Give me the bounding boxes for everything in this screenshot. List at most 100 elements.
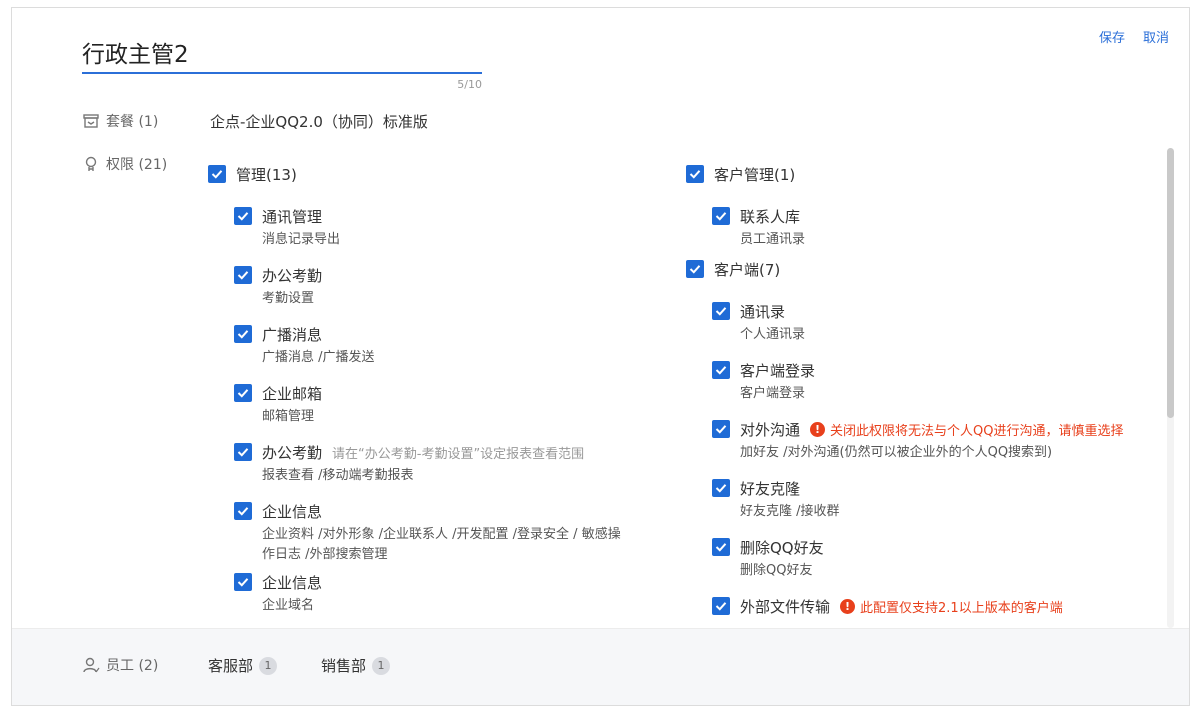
role-name-input[interactable] <box>82 36 482 74</box>
checkbox[interactable] <box>712 361 730 379</box>
scrollbar-thumb[interactable] <box>1167 148 1174 418</box>
permission-name: 删除QQ好友 <box>740 538 824 557</box>
department-tag[interactable]: 销售部 1 <box>321 655 391 676</box>
check-icon <box>715 543 727 552</box>
group-client: 客户端(7) <box>686 258 1156 280</box>
checkbox[interactable] <box>712 207 730 225</box>
bulb-icon <box>85 156 97 171</box>
department-count-badge: 1 <box>259 656 278 675</box>
permission-name: 办公考勤 <box>262 443 323 462</box>
permission-name: 广播消息 <box>262 325 323 344</box>
check-icon <box>237 212 249 221</box>
role-name-field-wrap: 5/10 <box>82 36 482 91</box>
warning-text: 关闭此权限将无法与个人QQ进行沟通，请慎重选择 <box>830 423 1124 439</box>
package-label: 套餐 (1) <box>82 111 158 131</box>
checkbox[interactable] <box>712 420 730 438</box>
checkbox[interactable] <box>234 325 252 343</box>
check-icon <box>715 366 727 375</box>
permission-name: 企业信息 <box>262 502 323 521</box>
check-icon <box>237 578 249 587</box>
char-counter: 5/10 <box>457 78 482 91</box>
checkbox[interactable] <box>234 207 252 225</box>
permission-item: 办公考勤 请在“办公考勤-考勤设置”设定报表查看范围 报表查看 /移动端考勤报表 <box>234 441 668 486</box>
permission-name: 联系人库 <box>740 207 801 226</box>
role-edit-panel: 5/10 保存 取消 套餐 (1) 企点-企业QQ2.0（协同）标准版 权限 (… <box>11 7 1190 706</box>
permission-item: 好友克隆 好友克隆 /接收群 <box>712 477 1156 522</box>
checkbox[interactable] <box>712 479 730 497</box>
employees-label-text: 员工 (2) <box>106 658 159 674</box>
permission-name: 外部文件传输 <box>740 597 831 616</box>
permission-name: 企业信息 <box>262 573 323 592</box>
employees-footer: 员工 (2) 客服部 1 销售部 1 <box>12 628 1189 705</box>
cancel-button[interactable]: 取消 <box>1143 27 1169 46</box>
permission-desc: 邮箱管理 <box>262 409 315 424</box>
permission-item: 企业信息 企业域名 <box>234 571 668 616</box>
warning-icon: ! <box>840 598 856 614</box>
permissions-right-column: 客户管理(1) 联系人库 员工通讯录 客户端(7) 通讯录 个人通讯录 客户端登… <box>686 163 1156 629</box>
scrollbar[interactable] <box>1167 148 1174 628</box>
permissions-label-text: 权限 (21) <box>106 157 168 173</box>
permission-desc: 考勤设置 <box>262 291 315 306</box>
check-icon <box>715 425 727 434</box>
permission-item: 通讯录 个人通讯录 <box>712 300 1156 345</box>
permission-desc: 企业资料 /对外形象 /企业联系人 /开发配置 /登录安全 / 敏感操作日志 /… <box>262 527 621 562</box>
permission-item: 通讯管理 消息记录导出 <box>234 205 668 250</box>
permission-item: 外部文件传输 ! 此配置仅支持2.1以上版本的客户端 <box>712 595 1156 617</box>
save-button[interactable]: 保存 <box>1099 27 1125 46</box>
check-icon <box>237 389 249 398</box>
permission-hint: 请在“办公考勤-考勤设置”设定报表查看范围 <box>332 446 585 462</box>
package-icon <box>83 114 99 128</box>
department-name: 客服部 <box>208 657 254 675</box>
permission-item: 联系人库 员工通讯录 <box>712 205 1156 250</box>
permission-warning: ! 关闭此权限将无法与个人QQ进行沟通，请慎重选择 <box>810 420 1123 439</box>
check-icon <box>237 448 249 457</box>
checkbox[interactable] <box>712 302 730 320</box>
check-icon <box>237 271 249 280</box>
checkbox[interactable] <box>208 165 226 183</box>
group-customer-management: 客户管理(1) <box>686 163 1156 185</box>
permission-name: 对外沟通 <box>740 420 801 439</box>
checkbox[interactable] <box>712 538 730 556</box>
checkbox[interactable] <box>686 165 704 183</box>
permission-warning: ! 此配置仅支持2.1以上版本的客户端 <box>840 597 1063 616</box>
permission-item: 客户端登录 客户端登录 <box>712 359 1156 404</box>
permission-name: 通讯管理 <box>262 207 323 226</box>
permission-desc: 员工通讯录 <box>740 232 806 247</box>
employees-label: 员工 (2) <box>82 655 158 675</box>
check-icon <box>689 265 701 274</box>
permission-item: 办公考勤 考勤设置 <box>234 264 668 309</box>
permission-desc: 个人通讯录 <box>740 327 806 342</box>
group-management: 管理(13) <box>208 163 668 185</box>
permission-desc: 消息记录导出 <box>262 232 341 247</box>
check-icon <box>715 484 727 493</box>
user-icon <box>83 657 100 673</box>
checkbox[interactable] <box>712 597 730 615</box>
package-label-text: 套餐 (1) <box>106 114 159 130</box>
checkbox[interactable] <box>234 573 252 591</box>
permission-name: 办公考勤 <box>262 266 323 285</box>
department-tag[interactable]: 客服部 1 <box>208 655 278 676</box>
department-name: 销售部 <box>321 657 367 675</box>
checkbox[interactable] <box>234 266 252 284</box>
header-actions: 保存 取消 <box>1099 27 1169 46</box>
check-icon <box>715 212 727 221</box>
permission-name: 通讯录 <box>740 302 786 321</box>
permission-desc: 加好友 /对外沟通(仍然可以被企业外的个人QQ搜索到) <box>740 445 1053 460</box>
check-icon <box>689 170 701 179</box>
checkbox[interactable] <box>686 260 704 278</box>
permission-desc: 广播消息 /广播发送 <box>262 350 375 365</box>
checkbox[interactable] <box>234 384 252 402</box>
permissions-list[interactable]: 管理(13) 通讯管理 消息记录导出 办公考勤 考勤设置 广播消息 广播消息 /… <box>208 163 1168 629</box>
checkbox[interactable] <box>234 502 252 520</box>
checkbox[interactable] <box>234 443 252 461</box>
permission-name: 企业邮箱 <box>262 384 323 403</box>
warning-icon: ! <box>810 421 826 437</box>
permission-desc: 客户端登录 <box>740 386 806 401</box>
check-icon <box>715 602 727 611</box>
permission-item: 对外沟通 ! 关闭此权限将无法与个人QQ进行沟通，请慎重选择 加好友 /对外沟通… <box>712 418 1156 463</box>
group-label: 客户端(7) <box>714 260 781 279</box>
permission-desc: 删除QQ好友 <box>740 563 813 578</box>
permissions-left-column: 管理(13) 通讯管理 消息记录导出 办公考勤 考勤设置 广播消息 广播消息 /… <box>208 163 668 629</box>
check-icon <box>211 170 223 179</box>
department-count-badge: 1 <box>372 656 391 675</box>
